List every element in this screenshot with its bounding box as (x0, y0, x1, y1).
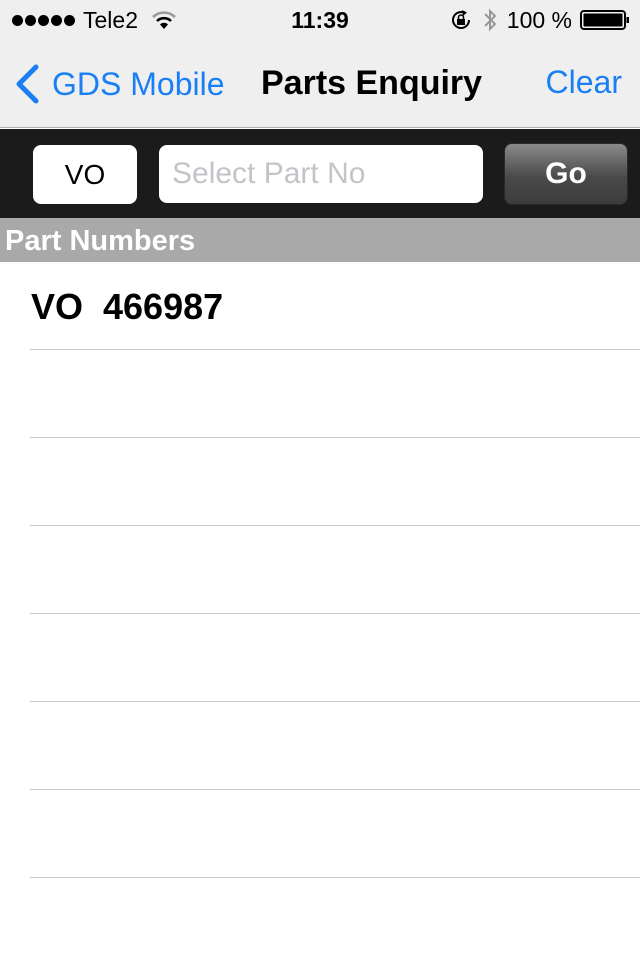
list-item[interactable] (0, 614, 640, 702)
list-item[interactable] (0, 526, 640, 614)
list-item[interactable]: VO 466987 (0, 262, 640, 350)
rotation-lock-icon (451, 10, 470, 29)
section-header: Part Numbers (0, 218, 640, 262)
chevron-left-icon (16, 64, 39, 104)
list-item-text: VO 466987 (31, 286, 224, 327)
part-numbers-list: VO 466987 (0, 262, 640, 878)
list-item[interactable] (0, 350, 640, 438)
list-item[interactable] (0, 790, 640, 878)
status-bar: Tele2 11:39 100 % (0, 0, 640, 40)
status-right: 100 % (449, 7, 630, 33)
signal-strength-icon (12, 14, 75, 26)
status-left: Tele2 (12, 7, 176, 33)
battery-icon (580, 10, 629, 30)
list-item[interactable] (0, 438, 640, 526)
part-number-input[interactable] (159, 145, 483, 203)
back-label: GDS Mobile (52, 65, 225, 102)
list-item[interactable] (0, 702, 640, 790)
back-button[interactable]: GDS Mobile (14, 62, 225, 106)
battery-percent: 100 % (506, 6, 572, 33)
carrier-name: Tele2 (83, 6, 138, 33)
prefix-selector[interactable]: VO (33, 145, 137, 204)
page-title: Parts Enquiry (261, 64, 483, 102)
wifi-icon (152, 11, 176, 29)
search-toolbar: VO Go (0, 129, 640, 218)
bluetooth-icon (484, 8, 497, 32)
clear-button[interactable]: Clear (546, 64, 622, 101)
navigation-bar: GDS Mobile Parts Enquiry Clear (0, 40, 640, 128)
go-button[interactable]: Go (504, 143, 628, 205)
